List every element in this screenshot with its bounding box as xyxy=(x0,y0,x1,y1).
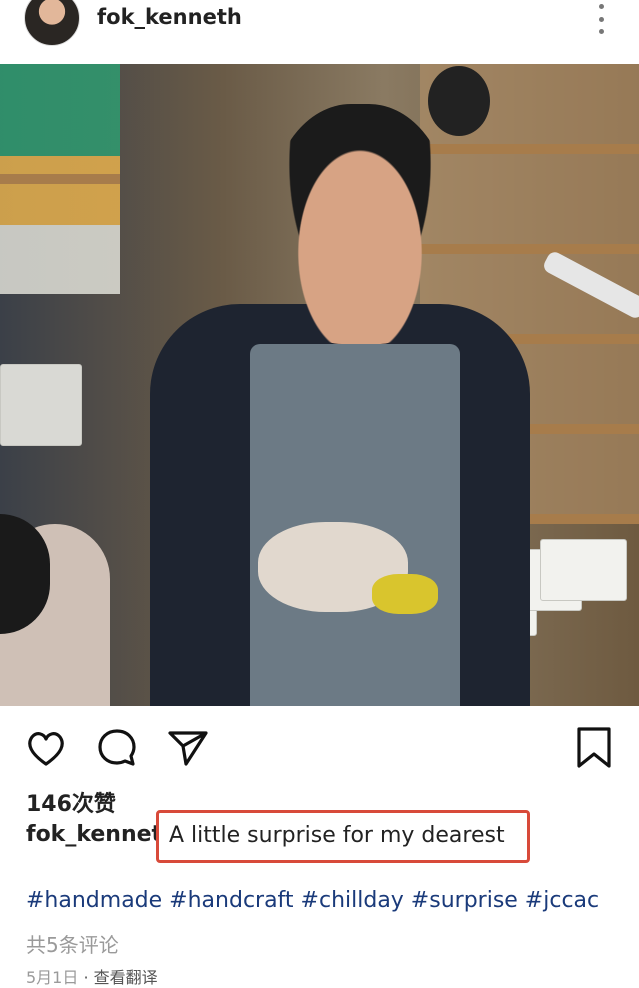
post-username[interactable]: fok_kenneth xyxy=(97,5,242,29)
send-icon[interactable] xyxy=(166,726,210,770)
view-comments-link[interactable]: 共5条评论 xyxy=(26,929,119,958)
separator: · xyxy=(83,968,89,987)
avatar[interactable] xyxy=(24,0,80,46)
hashtags[interactable]: #handmade #handcraft #chillday #surprise… xyxy=(26,888,599,913)
post-photo[interactable] xyxy=(0,64,639,706)
comment-icon[interactable] xyxy=(95,726,139,770)
bookmark-icon[interactable] xyxy=(572,726,616,770)
post-date: 5月1日 xyxy=(26,968,79,987)
more-vertical-icon[interactable] xyxy=(593,4,609,34)
like-count[interactable]: 146次赞 xyxy=(26,786,116,818)
post-header: fok_kenneth xyxy=(0,0,639,64)
caption-text: A little surprise for my dearest xyxy=(156,810,530,863)
caption-username[interactable]: fok_kenneth xyxy=(26,822,178,847)
post-meta: 5月1日 · 查看翻译 xyxy=(26,964,158,988)
see-translation-link[interactable]: 查看翻译 xyxy=(94,968,158,987)
heart-icon[interactable] xyxy=(24,726,68,770)
action-bar xyxy=(0,706,639,786)
caption: fok_kenneth A little surprise for my dea… xyxy=(26,810,530,863)
